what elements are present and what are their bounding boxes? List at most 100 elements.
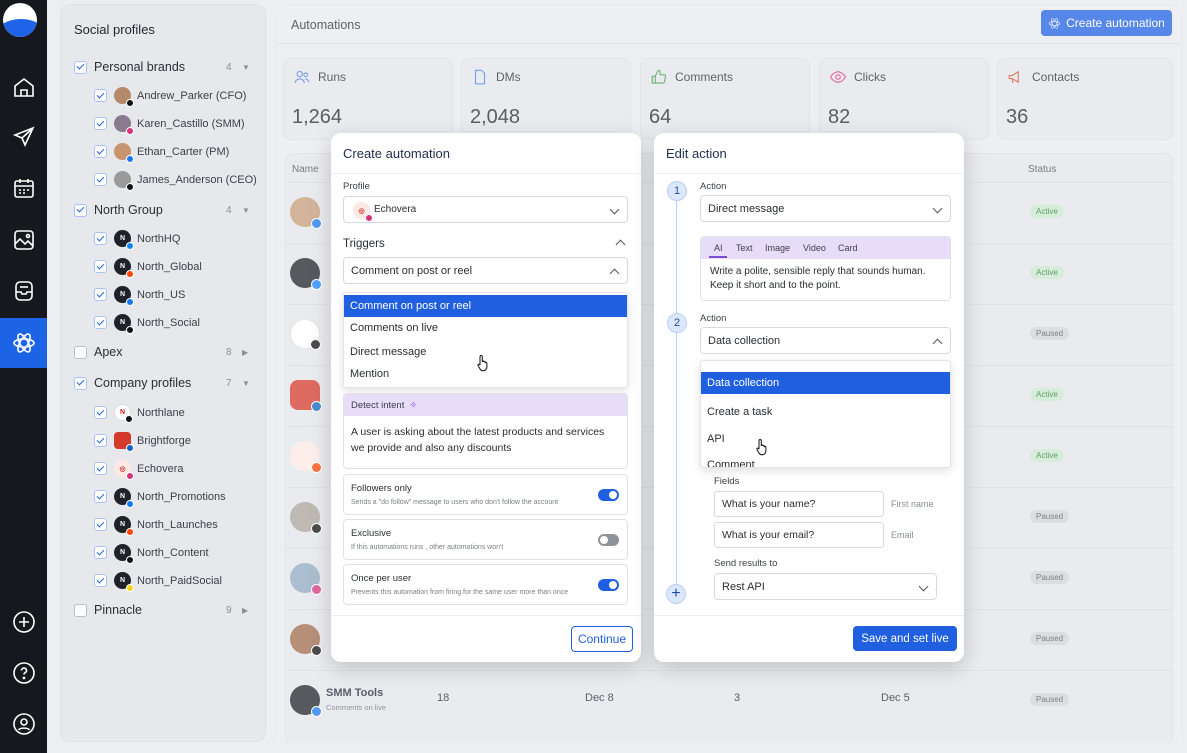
trigger-option[interactable]: Comments on live bbox=[344, 317, 627, 339]
tab-card[interactable]: Card bbox=[838, 243, 858, 253]
modal-divider bbox=[331, 615, 641, 616]
profile-karen-castillo[interactable]: Karen_Castillo (SMM) bbox=[94, 115, 245, 135]
tab-video[interactable]: Video bbox=[803, 243, 826, 253]
caret-right-icon[interactable]: ▶ bbox=[242, 348, 248, 357]
profile-andrew-parker[interactable]: Andrew_Parker (CFO) bbox=[94, 87, 246, 107]
profile-north-promotions[interactable]: N North_Promotions bbox=[94, 488, 226, 508]
checkbox[interactable] bbox=[94, 546, 107, 559]
exclusive-toggle[interactable] bbox=[598, 534, 619, 546]
trigger-select[interactable]: Comment on post or reel bbox=[343, 257, 628, 284]
edit-action-modal: Edit action 1 Action Direct message AI T… bbox=[654, 133, 964, 662]
once-per-user-toggle[interactable] bbox=[598, 579, 619, 591]
group-company-profiles[interactable]: Company profiles 7 ▼ bbox=[74, 376, 254, 390]
help-icon[interactable] bbox=[0, 653, 47, 693]
group-pinnacle[interactable]: Pinnacle 9 ▶ bbox=[74, 603, 254, 617]
option-title: Once per user bbox=[351, 573, 412, 584]
field-question-input[interactable]: What is your email? bbox=[714, 522, 884, 548]
profile-north-paidsocial[interactable]: N North_PaidSocial bbox=[94, 572, 222, 592]
send-icon[interactable] bbox=[0, 117, 47, 157]
action1-select[interactable]: Direct message bbox=[700, 195, 951, 222]
panel-title: Social profiles bbox=[74, 22, 155, 37]
app-logo[interactable] bbox=[3, 3, 37, 37]
chevron-up-icon[interactable] bbox=[615, 239, 626, 250]
checkbox[interactable] bbox=[94, 232, 107, 245]
avatar: N bbox=[114, 230, 134, 250]
add-step-plus-icon[interactable]: + bbox=[666, 584, 686, 604]
checkbox[interactable] bbox=[94, 462, 107, 475]
profile-label: North_Global bbox=[137, 260, 202, 273]
action-option[interactable]: Create a task bbox=[701, 401, 950, 423]
action-option[interactable]: Comment bbox=[701, 454, 950, 467]
profile-north-social[interactable]: N North_Social bbox=[94, 314, 200, 334]
avatar: N bbox=[114, 258, 134, 278]
field-question-input[interactable]: What is your name? bbox=[714, 491, 884, 517]
avatar: N bbox=[114, 516, 134, 536]
ai-prompt-text[interactable]: Write a polite, sensible reply that soun… bbox=[701, 259, 950, 299]
avatar: N bbox=[114, 488, 134, 508]
caret-down-icon[interactable]: ▼ bbox=[242, 379, 250, 388]
checkbox[interactable] bbox=[74, 60, 87, 74]
account-icon[interactable] bbox=[0, 704, 47, 744]
profile-north-content[interactable]: N North_Content bbox=[94, 544, 209, 564]
checkbox[interactable] bbox=[74, 603, 87, 617]
checkbox[interactable] bbox=[94, 89, 107, 102]
option-description: Prevents this automation from firing for… bbox=[351, 589, 569, 596]
option-once-per-user: Once per user Prevents this automation fr… bbox=[343, 564, 628, 605]
profile-brightforge[interactable]: Brightforge bbox=[94, 432, 191, 452]
action-option[interactable]: Data collection bbox=[701, 372, 950, 394]
action2-select[interactable]: Data collection bbox=[700, 327, 951, 354]
checkbox[interactable] bbox=[94, 260, 107, 273]
checkbox[interactable] bbox=[94, 518, 107, 531]
tab-ai[interactable]: AI bbox=[714, 243, 723, 253]
action-option[interactable]: API bbox=[701, 428, 950, 450]
checkbox[interactable] bbox=[94, 316, 107, 329]
group-north-group[interactable]: North Group 4 ▼ bbox=[74, 203, 254, 217]
checkbox[interactable] bbox=[74, 376, 87, 390]
inbox-icon[interactable] bbox=[0, 271, 47, 311]
checkbox[interactable] bbox=[94, 406, 107, 419]
checkbox[interactable] bbox=[94, 145, 107, 158]
checkbox[interactable] bbox=[94, 490, 107, 503]
profile-ethan-carter[interactable]: Ethan_Carter (PM) bbox=[94, 143, 229, 163]
action-label: Action bbox=[700, 313, 727, 324]
profile-north-us[interactable]: N North_US bbox=[94, 286, 185, 306]
intent-text[interactable]: A user is asking about the latest produc… bbox=[344, 416, 627, 464]
tab-text[interactable]: Text bbox=[736, 243, 753, 253]
home-icon[interactable] bbox=[0, 67, 47, 107]
calendar-icon[interactable] bbox=[0, 168, 47, 208]
checkbox[interactable] bbox=[94, 173, 107, 186]
followers-only-toggle[interactable] bbox=[598, 489, 619, 501]
checkbox[interactable] bbox=[74, 203, 87, 217]
profile-north-launches[interactable]: N North_Launches bbox=[94, 516, 218, 536]
profile-northlane[interactable]: N Northlane bbox=[94, 404, 185, 423]
group-apex[interactable]: Apex 8 ▶ bbox=[74, 345, 254, 359]
continue-button[interactable]: Continue bbox=[571, 626, 633, 652]
send-results-label: Send results to bbox=[714, 558, 778, 569]
caret-down-icon[interactable]: ▼ bbox=[242, 63, 250, 72]
add-circle-icon[interactable] bbox=[0, 602, 47, 642]
group-count: 4 bbox=[226, 204, 232, 216]
checkbox[interactable] bbox=[94, 117, 107, 130]
field-type-hint[interactable]: First name bbox=[891, 499, 934, 509]
profile-label: Karen_Castillo (SMM) bbox=[137, 117, 245, 130]
automation-atom-icon[interactable] bbox=[0, 318, 47, 368]
profile-north-global[interactable]: N North_Global bbox=[94, 258, 202, 278]
profile-echovera[interactable]: ◎ Echovera bbox=[94, 460, 183, 480]
save-and-set-live-button[interactable]: Save and set live bbox=[853, 626, 957, 651]
profile-select[interactable]: ◎ Echovera bbox=[343, 196, 628, 223]
group-personal-brands[interactable]: Personal brands 4 ▼ bbox=[74, 60, 254, 74]
tab-image[interactable]: Image bbox=[765, 243, 790, 253]
profile-northhq[interactable]: N NorthHQ bbox=[94, 230, 180, 250]
checkbox[interactable] bbox=[94, 434, 107, 447]
trigger-option[interactable]: Comment on post or reel bbox=[344, 295, 627, 317]
field-type-hint[interactable]: Email bbox=[891, 530, 914, 540]
send-results-select[interactable]: Rest API bbox=[714, 573, 937, 600]
checkbox[interactable] bbox=[94, 288, 107, 301]
checkbox[interactable] bbox=[74, 345, 87, 359]
magic-wand-icon: ✧ bbox=[409, 399, 418, 411]
profile-james-anderson[interactable]: James_Anderson (CEO) bbox=[94, 171, 257, 191]
image-gallery-icon[interactable] bbox=[0, 220, 47, 260]
caret-down-icon[interactable]: ▼ bbox=[242, 206, 250, 215]
checkbox[interactable] bbox=[94, 574, 107, 587]
caret-right-icon[interactable]: ▶ bbox=[242, 606, 248, 615]
